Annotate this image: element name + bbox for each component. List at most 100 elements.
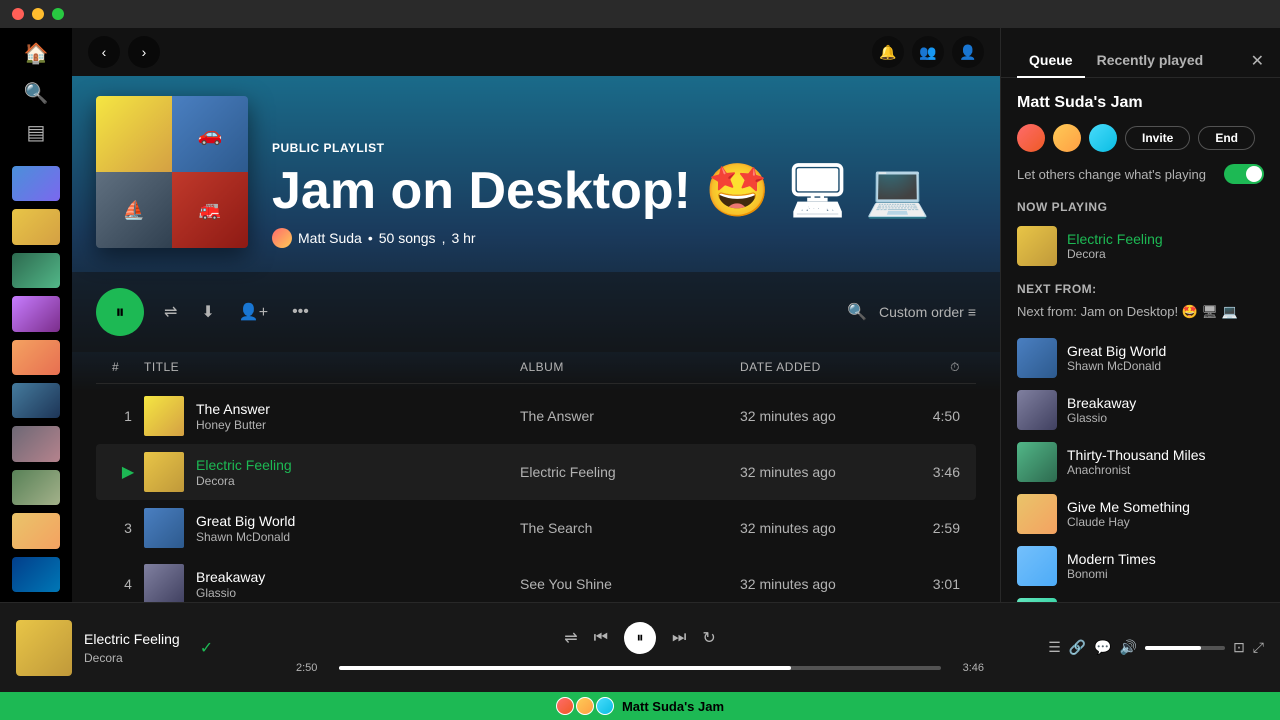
col-album: Album <box>520 360 740 375</box>
nav-playlist-5[interactable] <box>12 340 60 375</box>
queue-info: Thirty-Thousand Miles Anachronist <box>1067 447 1206 477</box>
repeat-button[interactable]: ↻ <box>702 628 715 648</box>
nav-playlist-8[interactable] <box>12 470 60 505</box>
track-number: ▶ <box>112 462 144 482</box>
saved-icon[interactable]: ✓ <box>200 638 213 658</box>
custom-order-button[interactable]: Custom order ≡ <box>879 304 976 320</box>
volume-button[interactable]: 🔊 <box>1120 639 1137 656</box>
maximize-button[interactable] <box>52 8 64 20</box>
jam-toggle[interactable] <box>1224 164 1264 184</box>
fullscreen-button[interactable]: ⤢ <box>1253 639 1264 656</box>
track-artist: Honey Butter <box>196 418 270 432</box>
queue-artist: Glassio <box>1067 411 1136 425</box>
queue-button[interactable]: ☰ <box>1048 639 1061 656</box>
devices-button[interactable]: 🔗 <box>1069 639 1086 656</box>
progress-fill <box>339 666 791 670</box>
track-name: The Answer <box>196 400 270 418</box>
custom-order-label: Custom order <box>879 304 964 320</box>
meta-separator2: , <box>442 230 446 246</box>
minimize-button[interactable] <box>32 8 44 20</box>
table-row[interactable]: 1 The Answer Honey Butter The Answer 32 … <box>96 388 976 444</box>
profile-button[interactable]: 👤 <box>952 36 984 68</box>
progress-bar[interactable] <box>339 666 941 670</box>
list-item[interactable]: Great Big World Shawn McDonald <box>1017 332 1264 384</box>
nav-playlist-9[interactable] <box>12 513 60 548</box>
list-item[interactable]: Modern Times Bonomi <box>1017 540 1264 592</box>
track-date: 32 minutes ago <box>740 464 900 480</box>
lyrics-button[interactable]: 💬 <box>1094 639 1111 656</box>
player-center: ⇌ ⏮ ⏸ ⏭ ↻ 2:50 3:46 <box>296 622 984 674</box>
download-button[interactable]: ⬇ <box>197 298 218 326</box>
back-button[interactable]: ‹ <box>88 36 120 68</box>
search-icon[interactable]: 🔍 <box>847 302 867 322</box>
queue-name: Thirty-Thousand Miles <box>1067 447 1206 463</box>
list-item[interactable]: Give Me Something Claude Hay <box>1017 488 1264 540</box>
list-item[interactable]: Thirty-Thousand Miles Anachronist <box>1017 436 1264 488</box>
users-button[interactable]: 👥 <box>912 36 944 68</box>
queue-section: Next from: Next from: Jam on Desktop! 🤩 … <box>1017 282 1264 602</box>
jam-bar[interactable]: Matt Suda's Jam <box>0 692 1280 720</box>
jam-users: Invite End <box>1017 124 1264 152</box>
add-users-button[interactable]: 👤+ <box>235 298 272 326</box>
forward-button[interactable]: › <box>128 36 160 68</box>
track-date: 32 minutes ago <box>740 408 900 424</box>
nav-playlist-10[interactable] <box>12 557 60 592</box>
jam-bar-avatar-2 <box>576 697 594 715</box>
more-button[interactable]: ••• <box>288 299 313 325</box>
close-button[interactable] <box>12 8 24 20</box>
shuffle-button[interactable]: ⇌ <box>160 298 181 326</box>
play-pause-button[interactable]: ⏸ <box>624 622 656 654</box>
tab-recently-played[interactable]: Recently played <box>1085 44 1216 78</box>
track-album: The Search <box>520 520 740 536</box>
title-bar <box>0 0 1280 28</box>
nav-playlist-6[interactable] <box>12 383 60 418</box>
invite-button[interactable]: Invite <box>1125 126 1190 150</box>
controls-bar: ⏸ ⇌ ⬇ 👤+ ••• 🔍 Custom order ≡ <box>72 272 1000 352</box>
track-info: The Answer Honey Butter <box>144 396 520 436</box>
nav-search[interactable]: 🔍 <box>12 75 60 110</box>
table-row[interactable]: ▶ Electric Feeling Decora Electric Feeli… <box>96 444 976 500</box>
nav-playlist-1[interactable] <box>12 166 60 201</box>
track-info: Electric Feeling Decora <box>144 452 520 492</box>
jam-bar-avatars <box>556 697 614 715</box>
jam-section: Matt Suda's Jam Invite End Let others ch… <box>1017 94 1264 184</box>
nav-playlist-7[interactable] <box>12 426 60 461</box>
track-duration: 3:01 <box>900 576 960 592</box>
now-playing-name: Electric Feeling <box>1067 231 1163 247</box>
mini-player-button[interactable]: ⊡ <box>1233 639 1245 656</box>
queue-art <box>1017 546 1057 586</box>
shuffle-player-button[interactable]: ⇌ <box>564 628 577 648</box>
jam-bar-avatar-1 <box>556 697 574 715</box>
track-number: 1 <box>112 408 144 424</box>
table-row[interactable]: 3 Great Big World Shawn McDonald The Sea… <box>96 500 976 556</box>
track-details: The Answer Honey Butter <box>196 400 270 432</box>
nav-playlist-2[interactable] <box>12 209 60 244</box>
table-row[interactable]: 4 Breakaway Glassio See You Shine 32 min… <box>96 556 976 602</box>
pause-button[interactable]: ⏸ <box>96 288 144 336</box>
notifications-button[interactable]: 🔔 <box>872 36 904 68</box>
list-item[interactable]: Sunshine Tigerweather <box>1017 592 1264 602</box>
track-name: Great Big World <box>196 512 295 530</box>
queue-art <box>1017 390 1057 430</box>
panel-close-button[interactable]: ✕ <box>1251 51 1264 71</box>
queue-name: Great Big World <box>1067 343 1166 359</box>
col-duration: ⏱ <box>900 360 960 375</box>
next-button[interactable]: ⏭ <box>672 629 686 647</box>
end-button[interactable]: End <box>1198 126 1255 150</box>
queue-name: Modern Times <box>1067 551 1156 567</box>
now-playing-track[interactable]: Electric Feeling Decora <box>1017 226 1264 266</box>
list-item[interactable]: Breakaway Glassio <box>1017 384 1264 436</box>
queue-artist: Anachronist <box>1067 463 1206 477</box>
queue-art <box>1017 442 1057 482</box>
track-details: Electric Feeling Decora <box>196 456 292 488</box>
queue-art <box>1017 338 1057 378</box>
track-date: 32 minutes ago <box>740 520 900 536</box>
nav-playlist-3[interactable] <box>12 253 60 288</box>
volume-bar[interactable] <box>1145 646 1225 650</box>
nav-playlist-4[interactable] <box>12 296 60 331</box>
nav-home[interactable]: 🏠 <box>12 36 60 71</box>
nav-library[interactable]: ▤ <box>12 115 60 150</box>
track-date: 32 minutes ago <box>740 576 900 592</box>
previous-button[interactable]: ⏮ <box>594 629 608 647</box>
tab-queue[interactable]: Queue <box>1017 44 1085 78</box>
